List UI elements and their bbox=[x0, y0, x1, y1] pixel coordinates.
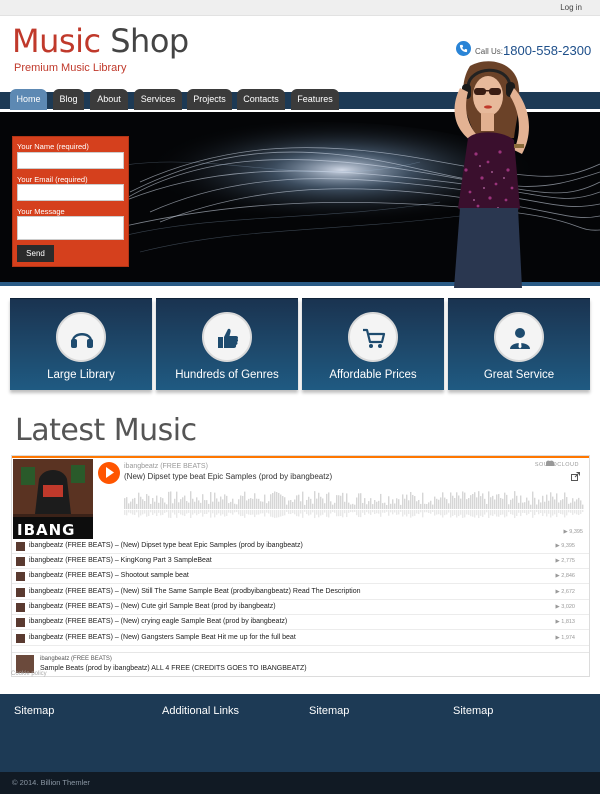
site-tagline: Premium Music Library bbox=[14, 62, 127, 74]
play-button[interactable] bbox=[98, 462, 120, 484]
footer-heading-sitemap[interactable]: Sitemap bbox=[453, 705, 493, 717]
contact-form: Your Name (required) Your Email (require… bbox=[12, 136, 129, 267]
login-link[interactable]: Log in bbox=[560, 3, 582, 12]
phone-number[interactable]: 1800-558-2300 bbox=[503, 43, 591, 58]
copyright-text: © 2014. Billion Themler bbox=[12, 778, 90, 787]
logo-word-shop: Shop bbox=[110, 22, 189, 60]
track-title: ibangbeatz (FREE BEATS) – (New) crying e… bbox=[29, 618, 288, 625]
track-title: ibangbeatz (FREE BEATS) – Shootout sampl… bbox=[29, 572, 189, 579]
send-button[interactable]: Send bbox=[17, 245, 54, 262]
name-label: Your Name (required) bbox=[17, 142, 89, 151]
service-great-service[interactable]: Great Service bbox=[448, 298, 590, 390]
service-hundreds-of-genres[interactable]: Hundreds of Genres bbox=[156, 298, 298, 390]
track-play-count: ▶ 9,395 bbox=[555, 543, 575, 549]
track-play-count: ▶ 3,020 bbox=[555, 604, 575, 610]
nav-contacts[interactable]: Contacts bbox=[237, 89, 285, 110]
copyright-bar: © 2014. Billion Themler bbox=[0, 772, 600, 794]
footer: Sitemap Additional Links Sitemap Sitemap bbox=[0, 694, 600, 772]
site-logo[interactable]: Music Shop bbox=[12, 22, 189, 60]
latest-music-heading: Latest Music bbox=[15, 413, 197, 448]
service-large-library[interactable]: Large Library bbox=[10, 298, 152, 390]
track-row[interactable]: ibangbeatz (FREE BEATS) – Shootout sampl… bbox=[12, 569, 589, 584]
nav-features[interactable]: Features bbox=[291, 89, 339, 110]
track-title: ibangbeatz (FREE BEATS) – (New) Gangster… bbox=[29, 634, 296, 641]
play-icon bbox=[106, 467, 114, 478]
track-thumbnail bbox=[16, 603, 25, 612]
footer-heading-sitemap[interactable]: Sitemap bbox=[309, 705, 349, 717]
track-thumbnail bbox=[16, 542, 25, 551]
track-row[interactable]: ibangbeatz (FREE BEATS) – (New) Cute gir… bbox=[12, 600, 589, 615]
message-textarea[interactable] bbox=[17, 216, 124, 240]
name-input[interactable] bbox=[17, 152, 124, 169]
track-title: ibangbeatz (FREE BEATS) – (New) Dipset t… bbox=[29, 542, 303, 549]
track-row[interactable]: ibangbeatz (FREE BEATS) – (New) Still Th… bbox=[12, 585, 589, 600]
player-play-count: ▶ 9,395 bbox=[563, 529, 583, 535]
track-thumbnail bbox=[16, 588, 25, 597]
email-label: Your Email (required) bbox=[17, 175, 88, 184]
service-label: Hundreds of Genres bbox=[175, 369, 279, 381]
track-play-count: ▶ 1,813 bbox=[555, 619, 575, 625]
footer-heading-additional-links[interactable]: Additional Links bbox=[162, 705, 239, 717]
track-play-count: ▶ 2,846 bbox=[555, 573, 575, 579]
track-row[interactable]: ibangbeatz (FREE BEATS) – KingKong Part … bbox=[12, 554, 589, 569]
album-art-text: IBANG bbox=[17, 521, 76, 539]
woman-with-headphones-image bbox=[454, 61, 529, 288]
user-icon bbox=[510, 328, 530, 349]
service-label: Affordable Prices bbox=[329, 369, 417, 381]
service-affordable-prices[interactable]: Affordable Prices bbox=[302, 298, 444, 390]
now-playing-track: Sample Beats (prod by ibangbeatz) ALL 4 … bbox=[40, 665, 307, 672]
track-row[interactable]: ibangbeatz (FREE BEATS) – (New) crying e… bbox=[12, 615, 589, 630]
nav-home[interactable]: Home bbox=[10, 89, 47, 110]
track-thumbnail bbox=[16, 634, 25, 643]
thumbs-up-icon bbox=[218, 328, 239, 348]
logo-word-music: Music bbox=[12, 22, 101, 60]
nav-about[interactable]: About bbox=[90, 89, 128, 110]
message-label: Your Message bbox=[17, 207, 65, 216]
track-title: ibangbeatz (FREE BEATS) – KingKong Part … bbox=[29, 557, 212, 564]
album-art: IBANG bbox=[13, 459, 93, 539]
footer-heading-sitemap[interactable]: Sitemap bbox=[14, 705, 54, 717]
track-row[interactable]: ibangbeatz (FREE BEATS) – (New) Gangster… bbox=[12, 631, 589, 646]
waveform[interactable] bbox=[124, 485, 584, 527]
track-title: ibangbeatz (FREE BEATS) – (New) Still Th… bbox=[29, 588, 361, 595]
player-track-title[interactable]: (New) Dipset type beat Epic Samples (pro… bbox=[124, 472, 332, 481]
cookie-policy-link[interactable]: Cookie policy bbox=[11, 671, 47, 677]
track-thumbnail bbox=[16, 618, 25, 627]
call-label: Call Us: bbox=[475, 47, 504, 56]
track-play-count: ▶ 2,775 bbox=[555, 558, 575, 564]
top-bar: Log in bbox=[0, 0, 600, 16]
track-play-count: ▶ 2,672 bbox=[555, 589, 575, 595]
soundcloud-player: IBANG ibangbeatz (FREE BEATS) (New) Dips… bbox=[11, 455, 590, 677]
soundcloud-logo[interactable]: SOUNDCLOUD bbox=[535, 462, 579, 468]
player-artist[interactable]: ibangbeatz (FREE BEATS) bbox=[124, 463, 208, 470]
nav-blog[interactable]: Blog bbox=[53, 89, 84, 110]
track-play-count: ▶ 1,974 bbox=[555, 635, 575, 641]
headphones-icon bbox=[71, 333, 93, 348]
share-icon[interactable] bbox=[571, 472, 580, 481]
email-input[interactable] bbox=[17, 184, 124, 201]
now-playing-bar[interactable]: ibangbeatz (FREE BEATS) Sample Beats (pr… bbox=[12, 652, 589, 676]
service-label: Great Service bbox=[483, 369, 555, 381]
now-playing-artist: ibangbeatz (FREE BEATS) bbox=[40, 656, 112, 662]
track-thumbnail bbox=[16, 557, 25, 566]
nav-services[interactable]: Services bbox=[134, 89, 182, 110]
track-thumbnail bbox=[16, 572, 25, 581]
shopping-cart-icon bbox=[363, 328, 386, 348]
nav-projects[interactable]: Projects bbox=[187, 89, 232, 110]
service-label: Large Library bbox=[47, 369, 115, 381]
track-row[interactable]: ibangbeatz (FREE BEATS) – (New) Dipset t… bbox=[12, 539, 589, 554]
phone-icon bbox=[456, 41, 471, 56]
track-title: ibangbeatz (FREE BEATS) – (New) Cute gir… bbox=[29, 603, 276, 610]
